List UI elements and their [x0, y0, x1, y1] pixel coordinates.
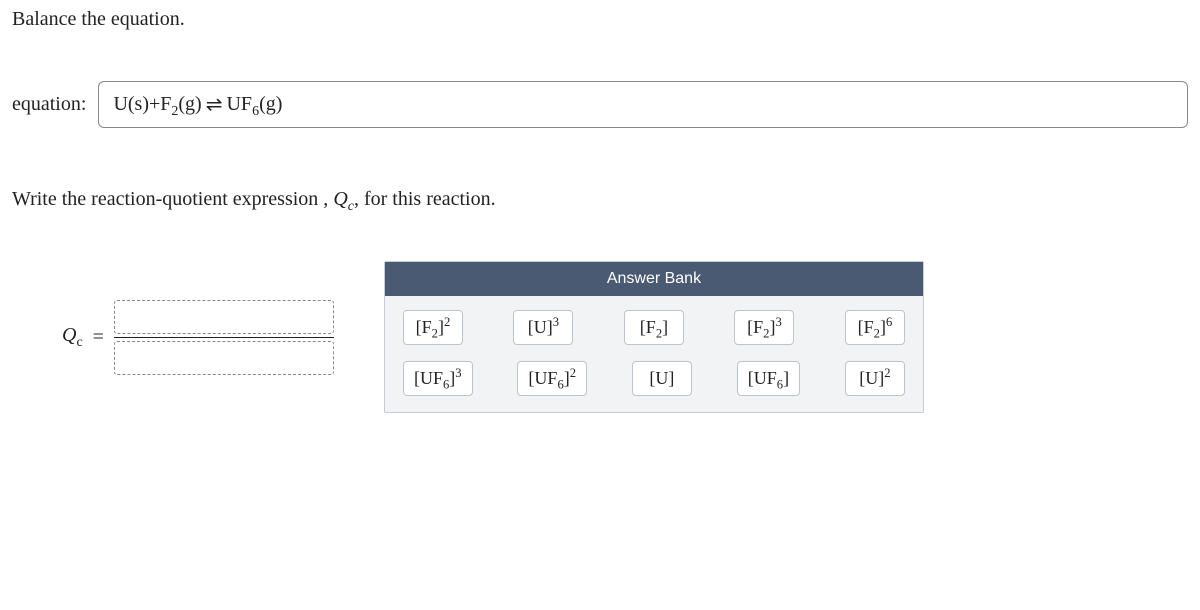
qc-label: Qc [62, 324, 83, 351]
answer-tile[interactable]: [U]3 [513, 310, 573, 345]
denominator-dropzone[interactable] [114, 341, 334, 375]
answer-tile[interactable]: [F2]2 [403, 310, 463, 345]
answer-bank-body: [F2]2[U]3[F2][F2]3[F2]6[UF6]3[UF6]2[U][U… [385, 296, 923, 412]
equilibrium-arrow-icon: ⇌ [202, 92, 227, 117]
answer-bank: Answer Bank [F2]2 [U]3 [F2] [F2]3 [F2]6 [UF6]… [384, 261, 924, 413]
equals-sign: = [93, 326, 104, 349]
bank-row: [UF6]3 [UF6]2 [U] [UF6] [U]2 [403, 361, 905, 396]
answer-tile[interactable]: [UF6] [737, 361, 800, 396]
equation-label: equation: [12, 93, 86, 116]
answer-tile[interactable]: [F2]3 [734, 310, 794, 345]
answer-tile[interactable]: [UF6]2 [517, 361, 587, 396]
eq-term-u: U(s) [113, 93, 149, 116]
eq-plus: + [149, 93, 160, 116]
qc-fraction [114, 300, 334, 375]
instruction-qc: Write the reaction-quotient expression ,… [12, 188, 1188, 211]
answer-tile[interactable]: [F2]6 [845, 310, 905, 345]
answer-bank-title: Answer Bank [385, 262, 923, 296]
instruction-balance: Balance the equation. [12, 8, 1188, 31]
answer-tile[interactable]: [UF6]3 [403, 361, 473, 396]
answer-tile[interactable]: [U]2 [845, 361, 905, 396]
eq-term-uf6: UF6(g) [226, 93, 282, 116]
fraction-line [114, 337, 334, 338]
qc-expression: Qc = [62, 300, 334, 375]
bank-row: [F2]2 [U]3 [F2] [F2]3 [F2]6 [403, 310, 905, 345]
equation-row: equation: U(s) + F2(g) ⇌ UF6(g) [12, 81, 1188, 128]
numerator-dropzone[interactable] [114, 300, 334, 334]
answer-tile[interactable]: [U] [632, 361, 692, 396]
answer-tile[interactable]: [F2] [624, 310, 684, 345]
work-area: Qc = Answer Bank [F2]2 [U]3 [F2] [F2]3 [F2]6… [12, 261, 1188, 413]
equation-input[interactable]: U(s) + F2(g) ⇌ UF6(g) [98, 81, 1188, 128]
eq-term-f2: F2(g) [160, 93, 201, 116]
